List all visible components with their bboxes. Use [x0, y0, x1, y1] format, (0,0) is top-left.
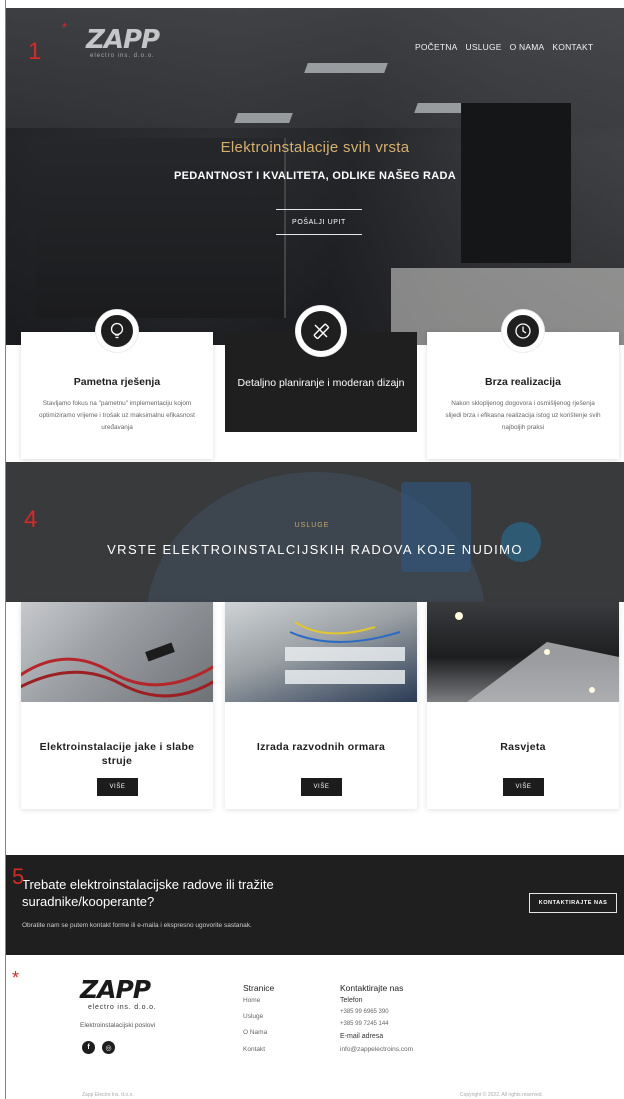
- service-image-lighting: [427, 602, 619, 702]
- service-card-installations: Elektroinstalacije jake i slabe struje V…: [21, 602, 213, 809]
- annotation-number-4: 4: [24, 506, 38, 533]
- footer-link-usluge[interactable]: Usluge: [243, 1013, 263, 1020]
- service-card-distribution-boards: Izrada razvodnih ormara VIŠE: [225, 602, 417, 809]
- cta-text: Obratite nam se putem kontakt forme ili …: [22, 922, 252, 929]
- page: ZAPP electro ins. d.o.o. POČETNA USLUGE …: [0, 0, 624, 1099]
- more-button[interactable]: VIŠE: [301, 778, 342, 796]
- main-nav: POČETNA USLUGE O NAMA KONTAKT: [415, 42, 593, 52]
- footer-link-o-nama[interactable]: O Nama: [243, 1029, 267, 1036]
- hero-title: Elektroinstalacije svih vrsta: [220, 139, 410, 156]
- annotation-star: *: [12, 968, 20, 988]
- footer-logo-subtitle: electro ins. d.o.o.: [88, 1004, 157, 1011]
- copyright: Copyright © 2022. All rights reserved.: [460, 1092, 543, 1098]
- contact-us-button[interactable]: KONTAKTIRAJTE NAS: [529, 893, 617, 913]
- annotation-star: *: [62, 20, 68, 35]
- phone-label: Telefon: [340, 997, 363, 1004]
- footer-tagline: Elektroinstalacijski poslovi: [80, 1022, 156, 1029]
- facebook-icon[interactable]: f: [82, 1041, 95, 1054]
- footer-company-name: Zapp Electro Ins. d.o.o.: [82, 1092, 134, 1098]
- phone-number[interactable]: +385 99 6965 390: [340, 1009, 389, 1015]
- nav-item-pocetna[interactable]: POČETNA: [415, 42, 458, 52]
- service-card-title: Elektroinstalacije jake i slabe struje: [39, 741, 195, 767]
- email-label: E-mail adresa: [340, 1033, 384, 1040]
- hero-section: ZAPP electro ins. d.o.o. POČETNA USLUGE …: [6, 8, 624, 345]
- footer-link-home[interactable]: Home: [243, 997, 260, 1004]
- ceiling-light: [234, 113, 293, 123]
- feature-title: Brza realizacija: [485, 376, 561, 388]
- cta-section: Trebate elektroinstalacijske radove ili …: [6, 855, 624, 955]
- nav-item-o-nama[interactable]: O NAMA: [510, 42, 545, 52]
- footer-logo[interactable]: ZAPP: [80, 977, 151, 1002]
- site-logo[interactable]: ZAPP electro ins. d.o.o.: [86, 25, 160, 59]
- service-card-title: Izrada razvodnih ormara: [256, 741, 386, 753]
- hero-background-window: [36, 138, 286, 318]
- logo-subtitle: electro ins. d.o.o.: [90, 53, 155, 59]
- feature-card-planning-design: Detaljno planiranje i moderan dizajn: [225, 306, 417, 432]
- nav-item-usluge[interactable]: USLUGE: [466, 42, 502, 52]
- feature-card-fast-realization: Brza realizacija Nakon sklopljenog dogov…: [427, 310, 619, 459]
- feature-title: Pametna rješenja: [73, 376, 161, 388]
- hero-subtitle: PEDANTNOST I KVALITETA, ODLIKE NAŠEG RAD…: [173, 170, 456, 182]
- service-image-switchboard: [225, 602, 417, 702]
- footer-link-kontakt[interactable]: Kontakt: [243, 1046, 265, 1053]
- more-button[interactable]: VIŠE: [503, 778, 544, 796]
- send-inquiry-button[interactable]: POŠALJI UPIT: [276, 209, 362, 235]
- annotation-number-1: 1: [28, 38, 42, 65]
- ceiling-light: [304, 63, 388, 73]
- instagram-icon[interactable]: ◎: [102, 1041, 115, 1054]
- service-card-lighting: Rasvjeta VIŠE: [427, 602, 619, 809]
- feature-text: Stavljamo fokus na "pametnu" implementac…: [39, 400, 195, 431]
- hero-background-screen: [461, 103, 571, 263]
- services-label: USLUGE: [294, 522, 330, 529]
- service-card-title: Rasvjeta: [500, 741, 546, 753]
- phone-number[interactable]: +385 99 7245 144: [340, 1021, 389, 1027]
- services-title: VRSTE ELEKTROINSTALCIJSKIH RADOVA KOJE N…: [107, 542, 523, 557]
- email-address[interactable]: info@zappelectroins.com: [340, 1046, 413, 1053]
- pencil-ruler-icon: [296, 306, 346, 356]
- lightbulb-icon: [96, 310, 138, 352]
- service-image-cables: [21, 602, 213, 702]
- nav-item-kontakt[interactable]: KONTAKT: [552, 42, 593, 52]
- feature-title: Detaljno planiranje i moderan dizajn: [237, 377, 405, 389]
- footer-pages-heading: Stranice: [243, 983, 275, 993]
- feature-card-smart-solutions: Pametna rješenja Stavljamo fokus na "pam…: [21, 310, 213, 459]
- annotation-number-5: 5: [12, 864, 25, 889]
- feature-text: Nakon sklopljenog dogovora i osmišljenog…: [445, 400, 601, 431]
- services-section-background: [6, 462, 624, 602]
- cta-title: Trebate elektroinstalacijske radove ili …: [22, 877, 274, 909]
- footer-contact-heading: Kontaktirajte nas: [340, 983, 404, 993]
- logo-mark: ZAPP: [86, 25, 160, 55]
- more-button[interactable]: VIŠE: [97, 778, 138, 796]
- clock-icon: [502, 310, 544, 352]
